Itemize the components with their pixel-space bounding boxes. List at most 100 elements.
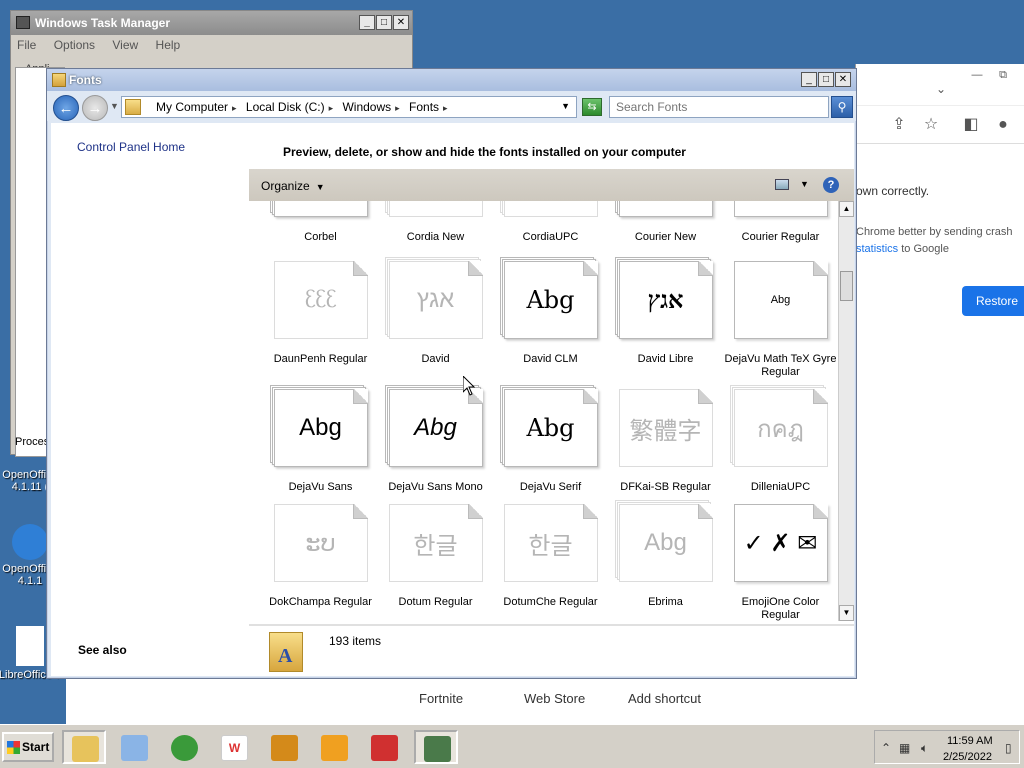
menu-view[interactable]: View bbox=[112, 38, 138, 52]
taskbar-app-presentation[interactable] bbox=[262, 730, 306, 764]
address-bar[interactable]: My Computer ▸ Local Disk (C:) ▸ Windows ▸ F… bbox=[121, 96, 577, 118]
menu-help[interactable]: Help bbox=[156, 38, 181, 52]
font-preview-icon: אגץ bbox=[384, 257, 483, 339]
menu-options[interactable]: Options bbox=[54, 38, 95, 52]
font-tile[interactable]: Courier New bbox=[608, 201, 723, 244]
bookmark-star-icon[interactable]: ☆ bbox=[920, 114, 942, 136]
fonts-minimize-button[interactable]: _ bbox=[801, 72, 817, 87]
font-tile[interactable]: Courier Regular bbox=[723, 201, 838, 244]
clock-date[interactable]: 2/25/2022 bbox=[943, 751, 992, 763]
recent-pages-dropdown[interactable]: ▼ bbox=[110, 101, 119, 111]
font-tile[interactable]: 한글 Dotum Regular bbox=[378, 504, 493, 609]
breadcrumb-my-computer[interactable]: My Computer bbox=[156, 100, 228, 114]
clock-time[interactable]: 11:59 AM bbox=[947, 735, 993, 747]
task-manager-maximize-button[interactable]: □ bbox=[376, 15, 392, 30]
font-tile[interactable]: ✓ ✗ ✉ EmojiOne Color Regular bbox=[723, 504, 838, 621]
control-panel-home-link[interactable]: Control Panel Home bbox=[77, 140, 185, 154]
taskbar-app-chrome[interactable] bbox=[162, 730, 206, 764]
breadcrumb-fonts[interactable]: Fonts bbox=[409, 100, 439, 114]
taskbar-app-wps[interactable]: W bbox=[212, 730, 256, 764]
font-tile[interactable]: אגץ David Libre bbox=[608, 257, 723, 366]
font-tile[interactable]: Corbel bbox=[263, 201, 378, 244]
help-icon[interactable]: ? bbox=[823, 177, 839, 193]
font-tile[interactable]: ະບ DokChampa Regular bbox=[263, 504, 378, 609]
font-name: Corbel bbox=[304, 231, 337, 243]
view-dropdown-icon[interactable]: ▼ bbox=[800, 179, 809, 189]
font-tile[interactable]: Abg Ebrima bbox=[608, 500, 723, 609]
breadcrumb-windows[interactable]: Windows bbox=[342, 100, 391, 114]
scroll-thumb[interactable] bbox=[840, 271, 853, 301]
fonts-maximize-button[interactable]: □ bbox=[818, 72, 834, 87]
network-icon[interactable]: ▦ bbox=[899, 741, 910, 755]
font-sample: 繁體字 bbox=[618, 389, 713, 467]
taskbar-app-spreadsheet[interactable] bbox=[312, 730, 356, 764]
font-tile[interactable]: 繁體字 DFKai-SB Regular bbox=[608, 389, 723, 494]
scroll-down-icon[interactable]: ▼ bbox=[839, 605, 854, 621]
font-name: DotumChe Regular bbox=[503, 596, 598, 608]
shortcut-web-store[interactable]: Web Store bbox=[524, 691, 585, 706]
chevron-down-icon: ▼ bbox=[315, 182, 325, 192]
vertical-scrollbar[interactable]: ▲ ▼ bbox=[838, 201, 854, 621]
shortcut-add[interactable]: Add shortcut bbox=[628, 691, 701, 706]
font-tile[interactable]: 한글 DotumChe Regular bbox=[493, 504, 608, 609]
change-view-icon[interactable] bbox=[775, 179, 789, 190]
font-tile[interactable]: Cordia New bbox=[378, 201, 493, 244]
breadcrumb-separator-icon[interactable]: ▸ bbox=[232, 103, 237, 113]
font-tile[interactable]: Abg David CLM bbox=[493, 257, 608, 366]
font-tile[interactable]: Abg DejaVu Serif bbox=[493, 385, 608, 494]
font-tile[interactable]: CordiaUPC bbox=[493, 201, 608, 244]
font-tile[interactable]: กคฎ DilleniaUPC bbox=[723, 385, 838, 494]
font-tile[interactable]: Abg DejaVu Math TeX Gyre Regular bbox=[723, 261, 838, 379]
font-tile[interactable]: Abg DejaVu Sans Mono bbox=[378, 385, 493, 494]
font-sample bbox=[273, 201, 368, 217]
search-icon[interactable]: ⚲ bbox=[831, 96, 853, 118]
taskbar-app-media[interactable] bbox=[112, 730, 156, 764]
shortcut-fortnite[interactable]: Fortnite bbox=[419, 691, 463, 706]
breadcrumb: My Computer ▸ Local Disk (C:) ▸ Windows ▸ F… bbox=[156, 100, 454, 114]
volume-icon[interactable]: 🔈︎ bbox=[921, 741, 928, 756]
chrome-restore-pages-button[interactable]: Restore bbox=[962, 286, 1024, 316]
task-manager-processes-status: Proces bbox=[15, 436, 50, 448]
organize-button[interactable]: Organize ▼ bbox=[261, 179, 325, 193]
show-desktop-icon[interactable]: ▯ bbox=[1005, 741, 1012, 755]
chrome-restore-button[interactable]: ⧉ bbox=[990, 66, 1016, 84]
font-name: DejaVu Math TeX Gyre Regular bbox=[724, 353, 837, 378]
task-manager-minimize-button[interactable]: _ bbox=[359, 15, 375, 30]
breadcrumb-local-disk[interactable]: Local Disk (C:) bbox=[246, 100, 325, 114]
scroll-up-icon[interactable]: ▲ bbox=[839, 201, 854, 217]
font-name: David CLM bbox=[523, 353, 578, 365]
taskbar-app-writer[interactable] bbox=[362, 730, 406, 764]
breadcrumb-separator-icon[interactable]: ▸ bbox=[443, 103, 448, 113]
breadcrumb-separator-icon[interactable]: ▸ bbox=[329, 103, 334, 113]
taskbar-app-taskmgr[interactable] bbox=[414, 730, 458, 764]
font-tile[interactable]: אגץ David bbox=[378, 257, 493, 366]
back-button[interactable]: ← bbox=[53, 95, 79, 121]
font-tile[interactable]: Abg DejaVu Sans bbox=[263, 385, 378, 494]
font-name: DejaVu Serif bbox=[519, 481, 582, 493]
side-panel-icon[interactable]: ◧ bbox=[960, 114, 982, 136]
fonts-close-button[interactable]: ✕ bbox=[835, 72, 851, 87]
address-dropdown-icon[interactable]: ▼ bbox=[561, 101, 570, 111]
font-preview-icon bbox=[733, 201, 828, 217]
chrome-crash-line-2: statistics to Google bbox=[856, 241, 1024, 258]
start-button[interactable]: Start bbox=[2, 732, 54, 762]
font-tile[interactable]: ᦷᦷᦷ DaunPenh Regular bbox=[263, 261, 378, 366]
refresh-go-button[interactable]: ⇆ bbox=[582, 98, 602, 116]
fonts-titlebar: Fonts _ □ ✕ bbox=[47, 69, 856, 91]
profile-avatar-icon[interactable]: ● bbox=[992, 114, 1014, 136]
show-hidden-icons-icon[interactable]: ⌃ bbox=[881, 741, 891, 755]
font-preview-icon: 한글 bbox=[388, 504, 483, 582]
breadcrumb-separator-icon[interactable]: ▸ bbox=[395, 103, 400, 113]
taskbar-app-explorer[interactable] bbox=[62, 730, 106, 764]
address-row: ← → ▼ My Computer ▸ Local Disk (C:) ▸ Wind… bbox=[47, 91, 856, 121]
chrome-tab-list-icon[interactable]: ⌄ bbox=[930, 78, 952, 100]
openoffice-icon bbox=[12, 524, 48, 560]
chrome-minimize-button[interactable]: — bbox=[964, 66, 990, 84]
font-name: DokChampa Regular bbox=[269, 596, 372, 608]
menu-file[interactable]: File bbox=[17, 38, 36, 52]
search-input[interactable] bbox=[609, 96, 829, 118]
task-manager-close-button[interactable]: ✕ bbox=[393, 15, 409, 30]
share-icon[interactable]: ⇪ bbox=[888, 114, 910, 136]
forward-button[interactable]: → bbox=[82, 95, 108, 121]
chrome-statistics-link[interactable]: statistics bbox=[856, 243, 898, 255]
